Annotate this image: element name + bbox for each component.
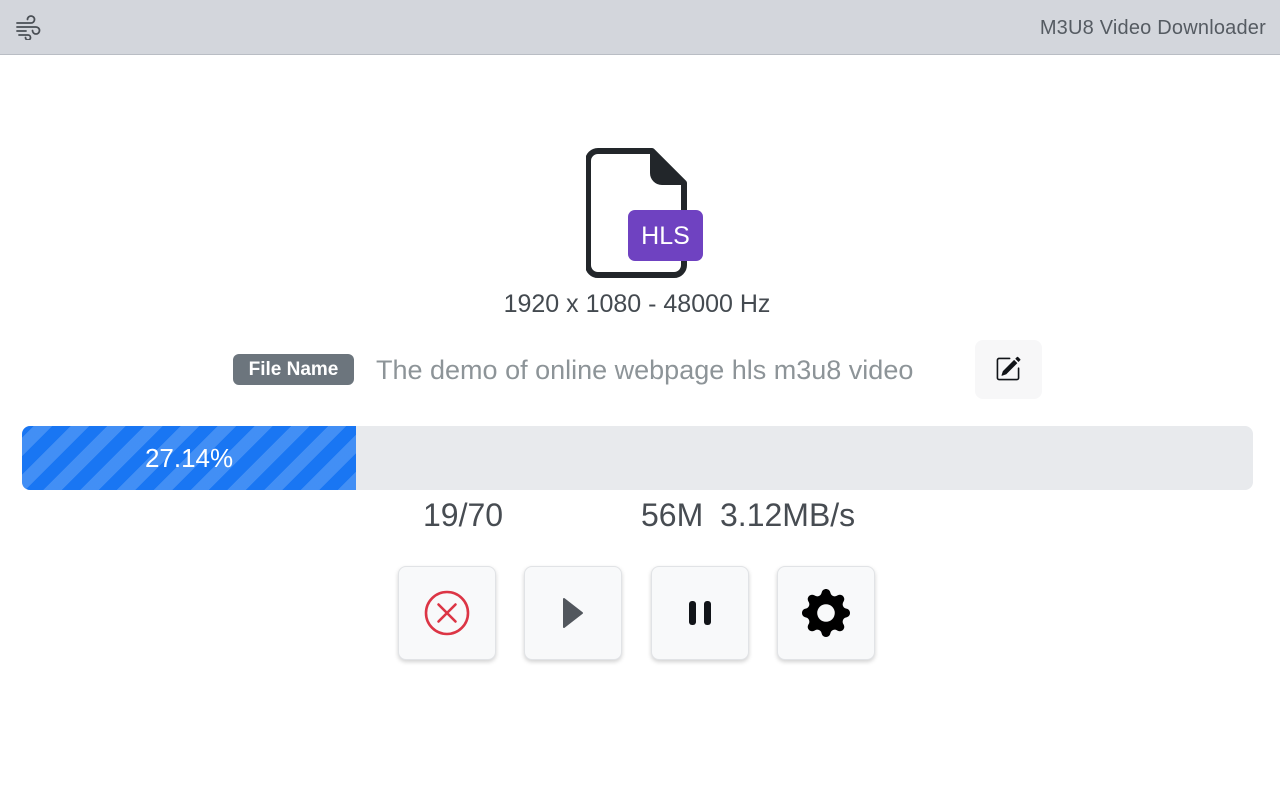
downloaded-size: 56M bbox=[641, 497, 704, 533]
hls-file-icon: HLS bbox=[585, 147, 706, 279]
pause-icon bbox=[689, 601, 711, 625]
download-speed: 3.12MB/s bbox=[720, 497, 856, 533]
app-title: M3U8 Video Downloader bbox=[1039, 17, 1266, 39]
edit-file-name-button[interactable] bbox=[975, 340, 1042, 399]
top-bar: M3U8 Video Downloader bbox=[0, 0, 1280, 55]
file-name-label: File Name bbox=[233, 354, 354, 385]
play-button[interactable] bbox=[524, 566, 622, 660]
progress-percent: 27.14% bbox=[144, 443, 234, 473]
cancel-button[interactable] bbox=[398, 566, 496, 660]
pause-button[interactable] bbox=[651, 566, 749, 660]
x-circle-icon bbox=[424, 590, 470, 636]
segment-count: 19/70 bbox=[423, 497, 504, 533]
hls-badge-text: HLS bbox=[641, 222, 690, 250]
download-progress-bar: 27.14% bbox=[22, 426, 1253, 490]
menu-button[interactable] bbox=[14, 14, 42, 41]
gear-icon bbox=[802, 589, 850, 637]
video-meta: 1920 x 1080 - 48000 Hz bbox=[503, 290, 771, 318]
wind-icon bbox=[16, 15, 41, 41]
play-icon bbox=[563, 598, 583, 628]
pencil-square-icon bbox=[996, 356, 1021, 381]
settings-button[interactable] bbox=[777, 566, 875, 660]
progress-fill: 27.14% bbox=[22, 426, 357, 490]
file-name-input[interactable] bbox=[376, 350, 961, 390]
